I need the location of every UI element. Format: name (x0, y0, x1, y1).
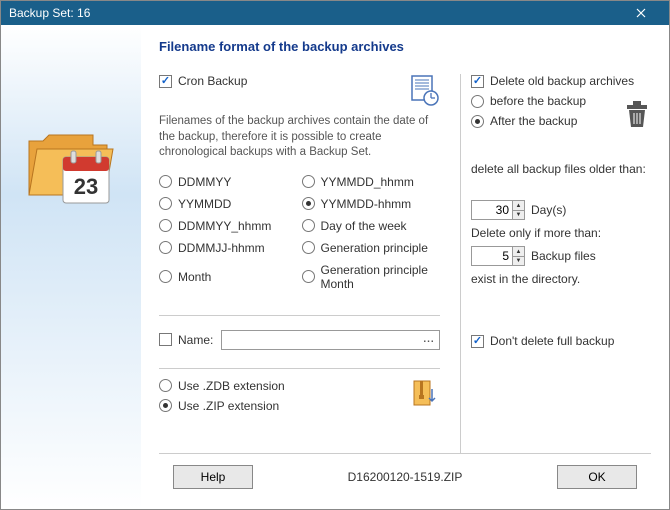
days-spinner[interactable]: ▲ ▼ (471, 200, 525, 220)
format-yymmdd-hhmm-underscore[interactable]: YYMMDD_hhmm (302, 175, 441, 189)
format-yymmdd-hhmm-dash[interactable]: YYMMDD-hhmm (302, 197, 441, 211)
files-down[interactable]: ▼ (512, 256, 524, 265)
format-generation[interactable]: Generation principle (302, 241, 441, 255)
format-dayofweek[interactable]: Day of the week (302, 219, 441, 233)
files-unit: Backup files (531, 249, 596, 263)
close-button[interactable] (621, 1, 661, 25)
window: Backup Set: 16 23 Filename format of the… (0, 0, 670, 510)
separator (159, 315, 440, 316)
vertical-separator (460, 74, 461, 453)
help-button[interactable]: Help (173, 465, 253, 489)
files-up[interactable]: ▲ (512, 247, 524, 256)
days-unit: Day(s) (531, 203, 566, 217)
dont-delete-full-checkbox[interactable]: ✓ Don't delete full backup (471, 334, 651, 348)
right-panel: ✓ Delete old backup archives before the … (471, 74, 651, 453)
days-up[interactable]: ▲ (512, 201, 524, 210)
format-ddmmyy-hhmm[interactable]: DDMMYY_hhmm (159, 219, 298, 233)
content: ✓ Cron Backup (159, 74, 651, 453)
ext-zip[interactable]: Use .ZIP extension (159, 399, 285, 413)
page-title: Filename format of the backup archives (159, 39, 651, 54)
delete-old-label: Delete old backup archives (490, 74, 634, 88)
format-ddmmyy[interactable]: DDMMYY (159, 175, 298, 189)
name-row: Name: ... (159, 330, 440, 350)
name-input[interactable] (222, 333, 419, 347)
format-generation-month[interactable]: Generation principle Month (302, 263, 441, 291)
name-checkbox[interactable]: Name: (159, 333, 213, 347)
description: Filenames of the backup archives contain… (159, 114, 429, 161)
format-ddmmjj-hhmm[interactable]: DDMMJJ-hhmm (159, 241, 298, 255)
calendar-folder-icon: 23 (23, 115, 119, 211)
zip-icon (412, 379, 440, 411)
days-down[interactable]: ▼ (512, 210, 524, 219)
body: 23 Filename format of the backup archive… (1, 25, 669, 509)
dont-delete-full-label: Don't delete full backup (490, 334, 614, 348)
sidebar: 23 (1, 25, 141, 509)
schedule-icon (408, 74, 440, 106)
delete-old-checkbox[interactable]: ✓ Delete old backup archives (471, 74, 651, 88)
close-icon (636, 8, 646, 18)
separator-2 (159, 368, 440, 369)
older-than-prompt: delete all backup files older than: (471, 162, 651, 176)
ext-zdb[interactable]: Use .ZDB extension (159, 379, 285, 393)
more-than-prompt: Delete only if more than: (471, 226, 651, 240)
format-options: DDMMYY YYMMDD_hhmm YYMMDD YYMMDD-hhmm DD… (159, 175, 440, 297)
titlebar: Backup Set: 16 (1, 1, 669, 25)
exists-label: exist in the directory. (471, 272, 651, 286)
name-input-wrap: ... (221, 330, 440, 350)
format-month[interactable]: Month (159, 263, 298, 291)
files-spinner[interactable]: ▲ ▼ (471, 246, 525, 266)
delete-before-radio[interactable]: before the backup (471, 94, 586, 108)
extension-row: Use .ZDB extension Use .ZIP extension (159, 379, 440, 419)
name-browse-button[interactable]: ... (419, 334, 439, 345)
files-row: ▲ ▼ Backup files (471, 246, 651, 266)
svg-text:23: 23 (74, 174, 98, 199)
cron-backup-label: Cron Backup (178, 74, 247, 88)
left-panel: ✓ Cron Backup (159, 74, 450, 453)
delete-after-radio[interactable]: After the backup (471, 114, 586, 128)
window-title: Backup Set: 16 (9, 6, 621, 20)
files-input[interactable] (472, 249, 512, 263)
ok-button[interactable]: OK (557, 465, 637, 489)
days-input[interactable] (472, 203, 512, 217)
cron-backup-checkbox[interactable]: ✓ Cron Backup (159, 74, 247, 88)
main: Filename format of the backup archives ✓… (141, 25, 669, 509)
format-yymmdd[interactable]: YYMMDD (159, 197, 298, 211)
footer: Help D16200120-1519.ZIP OK (159, 453, 651, 499)
name-label: Name: (178, 333, 213, 347)
days-row: ▲ ▼ Day(s) (471, 200, 651, 220)
result-filename: D16200120-1519.ZIP (263, 470, 547, 484)
trash-icon (623, 99, 651, 129)
